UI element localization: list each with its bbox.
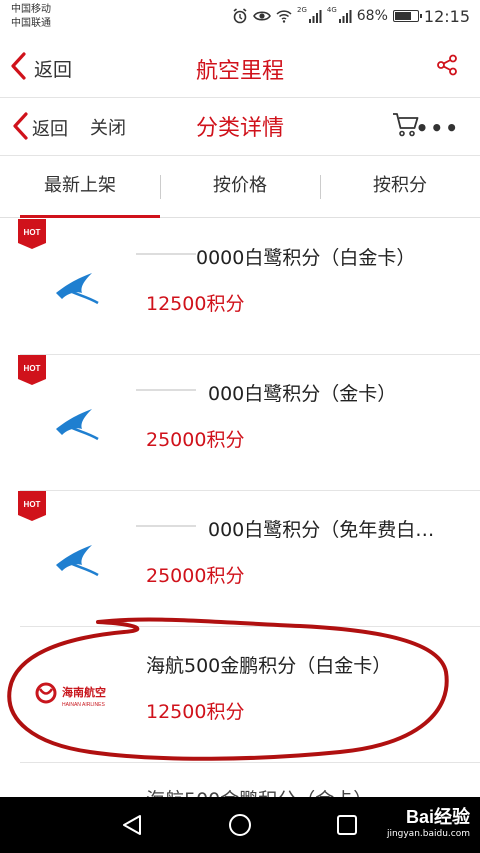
svg-text:海南航空: 海南航空 [62, 685, 106, 699]
carrier-1: 中国移动 [11, 4, 51, 15]
carrier-2: 中国联通 [11, 18, 51, 29]
sub-header: 返回 关闭 分类详情 ••• [0, 98, 480, 156]
battery-fill [394, 12, 412, 20]
alarm-icon [232, 8, 248, 24]
watermark-title: Bai经验 [405, 807, 470, 827]
sort-tabs: 最新上架 按价格 按积分 [0, 156, 480, 218]
product-name: 0000白鹭积分（白金卡） [196, 247, 416, 269]
product-list: HOT 0000白鹭积分（白金卡） 12500积分 HOT 000白鹭积分（金卡… [0, 219, 480, 823]
svg-text:HOT: HOT [24, 364, 41, 373]
share-button[interactable] [436, 54, 458, 80]
status-icons: 2G 4G 68% 12:15 [232, 6, 470, 26]
status-bar: 中国移动 中国联通 2G 4G 68% 12:15 [0, 0, 480, 34]
product-price: 12500积分 [146, 701, 245, 723]
network-type-1: 2G [296, 6, 307, 14]
tab-newest[interactable]: 最新上架 [0, 156, 160, 218]
obscured-text [136, 389, 196, 391]
product-name: 000白鹭积分（金卡） [208, 383, 397, 405]
battery-icon [392, 10, 422, 22]
hainan-airlines-logo-icon: 海南航空 HAINAN AIRLINES [35, 682, 106, 708]
product-name: 000白鹭积分（免年费白… [208, 519, 435, 541]
network-type-2: 4G [326, 6, 337, 14]
circle-home-icon [229, 814, 251, 836]
svg-text:HAINAN AIRLINES: HAINAN AIRLINES [62, 702, 105, 708]
hainan-airlines-logo: 海南航空 HAINAN AIRLINES [34, 681, 126, 713]
carrier-labels: 中国移动 中国联通 [11, 3, 51, 31]
share-icon [436, 54, 458, 80]
nav-home-button[interactable] [228, 813, 252, 841]
product-price: 12500积分 [146, 293, 245, 315]
hot-badge-icon: HOT [18, 355, 46, 385]
wifi-icon [276, 9, 292, 23]
more-menu-button[interactable]: ••• [416, 116, 460, 140]
product-item[interactable]: HOT 000白鹭积分（免年费白… 25000积分 [18, 491, 480, 627]
product-item[interactable]: 海南航空 HAINAN AIRLINES 海航500金鹏积分（白金卡） 1250… [20, 627, 480, 763]
hot-badge-icon: HOT [18, 219, 46, 249]
product-price: 25000积分 [146, 429, 245, 451]
clock: 12:15 [423, 6, 470, 26]
obscured-text [136, 253, 196, 255]
nav-recents-button[interactable] [336, 814, 358, 840]
product-item[interactable]: HOT 0000白鹭积分（白金卡） 12500积分 [18, 219, 480, 355]
hot-badge-icon: HOT [18, 491, 46, 521]
nav-back-button[interactable] [120, 813, 144, 841]
triangle-back-icon [123, 815, 141, 835]
tab-points[interactable]: 按积分 [320, 156, 480, 217]
product-item[interactable]: HOT 000白鹭积分（金卡） 25000积分 [18, 355, 480, 491]
watermark-url: jingyan.baidu.com [386, 829, 470, 839]
square-recents-icon [337, 815, 357, 835]
svg-text:HOT: HOT [24, 228, 41, 237]
product-name: 海航500金鹏积分（白金卡） [146, 655, 392, 677]
tab-price[interactable]: 按价格 [160, 156, 320, 217]
baidu-watermark: Bai经验 jingyan.baidu.com [387, 803, 470, 839]
system-nav-bar: Bai经验 jingyan.baidu.com [0, 797, 480, 853]
page-title: 航空里程 [195, 59, 284, 84]
signal-icon [308, 9, 322, 23]
svg-text:HOT: HOT [24, 500, 41, 509]
obscured-text [136, 525, 196, 527]
battery-percent: 68% [356, 8, 388, 24]
eye-icon [253, 9, 271, 23]
app-header: 返回 航空里程 [0, 34, 480, 98]
signal-icon [338, 9, 352, 23]
product-price: 25000积分 [146, 565, 245, 587]
